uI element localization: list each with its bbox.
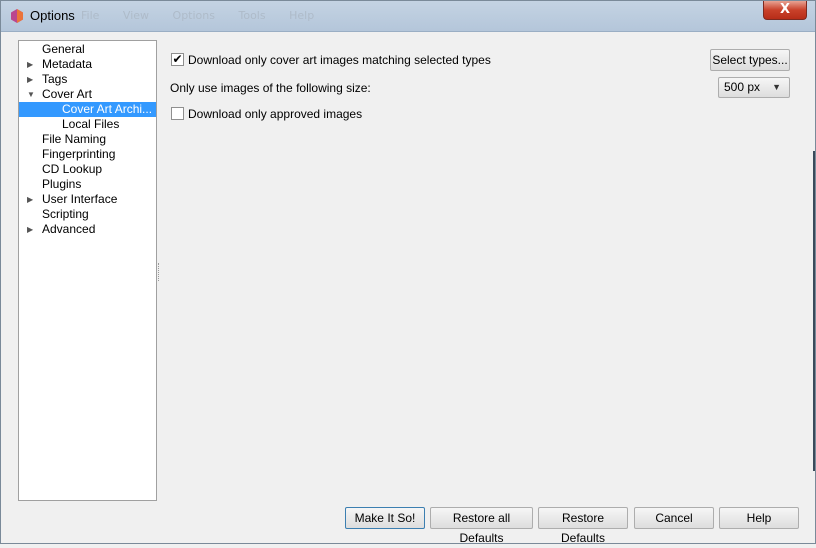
download-matching-label: Download only cover art images matching … — [188, 53, 491, 67]
title-bar[interactable]: Options File View Options Tools Help X — [1, 1, 815, 32]
window-title: Options — [30, 8, 75, 23]
tree-item-label: Advanced — [42, 222, 96, 236]
close-icon: X — [779, 2, 791, 17]
tree-item-label: File Naming — [42, 132, 107, 146]
window-edge — [813, 151, 815, 471]
tree-item-cover-art-archive[interactable]: Cover Art Archi... — [19, 102, 156, 117]
tree-item-label: User Interface — [42, 192, 118, 206]
tree-item-user-interface[interactable]: ▶ User Interface — [27, 192, 118, 207]
tree-item-label: Plugins — [42, 177, 82, 191]
select-types-button[interactable]: Select types... — [710, 49, 790, 71]
ghost-menu-item: View — [122, 9, 150, 22]
tree-item-label: General — [42, 42, 85, 56]
tree-item-label: Cover Art — [42, 87, 93, 101]
tree-item-label: Cover Art Archi... — [62, 102, 153, 116]
tree-item-file-naming[interactable]: File Naming — [42, 132, 106, 147]
download-approved-checkbox[interactable] — [171, 107, 184, 120]
tree-item-label: Scripting — [42, 207, 89, 221]
expand-arrow-icon[interactable]: ▶ — [27, 192, 33, 207]
tree-item-general[interactable]: General — [42, 42, 85, 57]
close-button[interactable]: X — [763, 1, 807, 20]
tree-item-advanced[interactable]: ▶ Advanced — [27, 222, 96, 237]
tree-item-label: Fingerprinting — [42, 147, 116, 161]
tree-item-label: CD Lookup — [42, 162, 103, 176]
ghost-menu-item: Help — [289, 9, 315, 22]
chevron-down-icon: ▼ — [772, 82, 781, 92]
checkmark-icon: ✔ — [172, 52, 183, 66]
options-window: Options File View Options Tools Help X G… — [0, 0, 816, 545]
tree-item-label: Metadata — [42, 57, 93, 71]
tree-item-fingerprinting[interactable]: Fingerprinting — [42, 147, 115, 162]
picard-app-icon — [11, 9, 23, 23]
tree-item-scripting[interactable]: Scripting — [42, 207, 89, 222]
expand-arrow-icon[interactable]: ▶ — [27, 72, 33, 87]
make-it-so-button[interactable]: Make It So! — [345, 507, 425, 529]
cancel-button[interactable]: Cancel — [634, 507, 714, 529]
tree-item-cd-lookup[interactable]: CD Lookup — [42, 162, 102, 177]
tree-item-cover-art[interactable]: ▼ Cover Art — [27, 87, 93, 102]
panel-splitter[interactable] — [158, 263, 161, 281]
tree-item-tags[interactable]: ▶ Tags — [27, 72, 68, 87]
ghost-menu-item: Options — [172, 9, 215, 22]
expand-arrow-icon[interactable]: ▶ — [27, 57, 33, 72]
tree-item-local-files[interactable]: Local Files — [62, 117, 119, 132]
ghost-menu-bar: File View Options Tools Help — [81, 9, 334, 22]
tree-item-plugins[interactable]: Plugins — [42, 177, 81, 192]
collapse-arrow-icon[interactable]: ▼ — [27, 87, 35, 102]
options-tree[interactable]: General ▶ Metadata ▶ Tags ▼ Cover Art Co… — [18, 40, 157, 501]
tree-item-metadata[interactable]: ▶ Metadata — [27, 57, 93, 72]
ghost-menu-item: File — [81, 9, 100, 22]
ghost-menu-item: Tools — [238, 9, 266, 22]
tree-item-label: Tags — [42, 72, 68, 86]
download-matching-checkbox[interactable]: ✔ — [171, 53, 184, 66]
help-button[interactable]: Help — [719, 507, 799, 529]
tree-item-label: Local Files — [62, 117, 120, 131]
image-size-select[interactable]: 500 px ▼ — [718, 77, 790, 98]
expand-arrow-icon[interactable]: ▶ — [27, 222, 33, 237]
image-size-value: 500 px — [724, 80, 761, 94]
size-label: Only use images of the following size: — [170, 81, 371, 95]
download-approved-label: Download only approved images — [188, 107, 363, 121]
restore-all-defaults-button[interactable]: Restore all Defaults — [430, 507, 533, 545]
restore-defaults-button[interactable]: Restore Defaults — [538, 507, 628, 545]
